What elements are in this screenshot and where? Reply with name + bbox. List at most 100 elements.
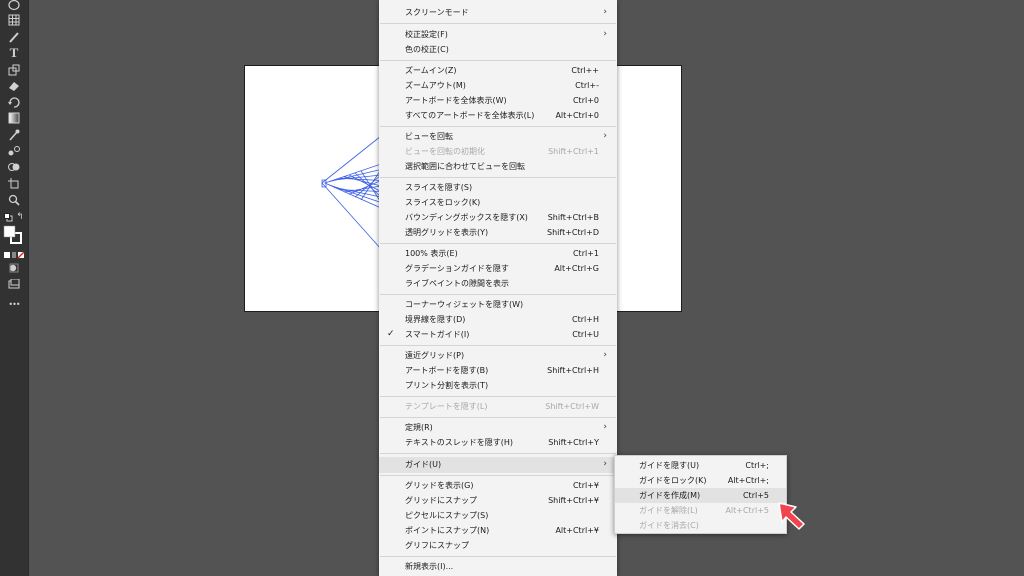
menu-item-shortcut: Ctrl+0 (572, 96, 599, 105)
menu-separator (380, 60, 616, 61)
menu-item-shortcut: Shift+Ctrl+D (547, 228, 599, 237)
menu-item-label: 色の校正(C) (405, 45, 449, 54)
submenu-arrow-icon: › (603, 459, 607, 469)
menu-item-label: 定規(R) (405, 423, 433, 432)
menu-item-label: ズームアウト(M) (405, 81, 466, 90)
menu-item-fit-artboard[interactable]: アートボードを全体表示(W) Ctrl+0 (379, 93, 617, 108)
swap-colors-icon[interactable]: ↰ (15, 210, 25, 224)
menu-item-rulers[interactable]: 定規(R) › (379, 420, 617, 435)
menu-separator (380, 556, 616, 557)
grid-icon[interactable] (6, 13, 22, 27)
menu-item-shortcut: Ctrl+- (575, 81, 599, 90)
default-colors-icon[interactable] (3, 210, 13, 224)
menu-item-smart-guides[interactable]: ✓ スマートガイド(I) Ctrl+U (379, 327, 617, 342)
submenu-item-make-guides[interactable]: ガイドを作成(M) Ctrl+5 (615, 488, 786, 503)
color-mode-icons[interactable] (3, 248, 25, 262)
menu-separator (380, 453, 616, 454)
type-icon[interactable]: T (6, 46, 22, 60)
menu-item-lock-slices[interactable]: スライスをロック(K) (379, 195, 617, 210)
guides-submenu: ガイドを隠す(U) Ctrl+; ガイドをロック(K) Alt+Ctrl+; ガイド… (614, 455, 787, 534)
menu-item-label: ピクセルにスナップ(S) (405, 511, 489, 520)
menu-item-label: スライスを隠す(S) (405, 183, 473, 192)
draw-mode-icon[interactable] (6, 261, 22, 275)
ellipse-icon[interactable] (6, 0, 22, 12)
menu-item-label: ポイントにスナップ(N) (405, 526, 490, 535)
menu-item-rotate-to-selection[interactable]: 選択範囲に合わせてビューを回転 (379, 159, 617, 174)
menu-item-label: 校正設定(F) (405, 30, 448, 39)
menu-item-shortcut: Ctrl+1 (572, 249, 599, 258)
eraser-icon[interactable] (6, 79, 22, 93)
menu-item-show-grid[interactable]: グリッドを表示(G) Ctrl+¥ (379, 478, 617, 493)
menu-item-snap-to-pixel[interactable]: ピクセルにスナップ(S) (379, 508, 617, 523)
submenu-item-lock-guides[interactable]: ガイドをロック(K) Alt+Ctrl+; (615, 473, 786, 488)
menu-item-screen-mode[interactable]: スクリーンモード › (379, 5, 617, 20)
menu-item-snap-to-point[interactable]: ポイントにスナップ(N) Alt+Ctrl+¥ (379, 523, 617, 538)
menu-separator (380, 417, 616, 418)
menu-item-label: すべてのアートボードを全体表示(L) (405, 111, 535, 120)
menu-item-proof-colors[interactable]: 色の校正(C) (379, 42, 617, 57)
menu-item-hide-corner-widget[interactable]: コーナーウィジェットを隠す(W) (379, 297, 617, 312)
menu-separator (380, 475, 616, 476)
menu-item-guides[interactable]: ガイド(U) › (379, 457, 617, 473)
blend-icon[interactable] (6, 144, 22, 158)
submenu-item-clear-guides: ガイドを消去(C) (615, 518, 786, 533)
menu-item-show-transparency-grid[interactable]: 透明グリッドを表示(Y) Shift+Ctrl+D (379, 225, 617, 240)
menu-item-hide-slices[interactable]: スライスを隠す(S) (379, 180, 617, 195)
more-tools-icon[interactable]: ••• (6, 298, 22, 312)
paintbrush-icon[interactable] (6, 30, 22, 44)
menu-item-shortcut: Ctrl+5 (742, 491, 769, 500)
artboard-icon[interactable] (6, 177, 22, 191)
menu-item-label: スライスをロック(K) (405, 198, 481, 207)
menu-item-show-live-paint-gaps[interactable]: ライブペイントの隙間を表示 (379, 276, 617, 291)
menu-item-snap-to-grid[interactable]: グリッドにスナップ Shift+Ctrl+¥ (379, 493, 617, 508)
menu-item-label: 100% 表示(E) (405, 249, 458, 258)
menu-item-hide-artboards[interactable]: アートボードを隠す(B) Shift+Ctrl+H (379, 363, 617, 378)
view-menu: スクリーンモード › 校正設定(F) › 色の校正(C) ズームイン(Z) Ctrl+… (379, 0, 617, 576)
menu-item-rotate-view[interactable]: ビューを回転 › (379, 129, 617, 144)
menu-item-shortcut: Shift+Ctrl+1 (548, 147, 599, 156)
menu-item-fit-all[interactable]: すべてのアートボードを全体表示(L) Alt+Ctrl+0 (379, 108, 617, 123)
gradient-icon[interactable] (6, 111, 22, 125)
menu-item-shortcut: Alt+Ctrl+0 (555, 111, 599, 120)
menu-item-proof-setup[interactable]: 校正設定(F) › (379, 27, 617, 42)
menu-separator (380, 345, 616, 346)
menu-item-label: ガイドを隠す(U) (639, 461, 700, 470)
menu-item-shortcut: Ctrl+¥ (572, 481, 599, 490)
zoom-icon[interactable] (6, 193, 22, 207)
menu-item-shortcut: Shift+Ctrl+Y (548, 438, 599, 447)
menu-item-label: バウンディングボックスを隠す(X) (405, 213, 528, 222)
menu-item-shortcut: Alt+Ctrl+; (727, 476, 769, 485)
menu-item-actual-size[interactable]: 100% 表示(E) Ctrl+1 (379, 246, 617, 261)
menu-item-shortcut: Alt+Ctrl+5 (725, 506, 769, 515)
menu-item-label: 選択範囲に合わせてビューを回転 (405, 162, 525, 171)
menu-item-label: アートボードを全体表示(W) (405, 96, 507, 105)
menu-item-reset-rotate-view: ビューを回転の初期化 Shift+Ctrl+1 (379, 144, 617, 159)
menu-item-snap-to-glyph[interactable]: グリフにスナップ (379, 538, 617, 553)
menu-item-hide-bounding-box[interactable]: バウンディングボックスを隠す(X) Shift+Ctrl+B (379, 210, 617, 225)
screen-mode-icon[interactable] (6, 277, 22, 291)
menu-separator (380, 23, 616, 24)
menu-item-new-view[interactable]: 新規表示(I)... (379, 559, 617, 574)
eyedropper-icon[interactable] (6, 128, 22, 142)
menu-item-label: ガイドを消去(C) (639, 521, 699, 530)
menu-item-hide-text-threads[interactable]: テキストのスレッドを隠す(H) Shift+Ctrl+Y (379, 435, 617, 450)
submenu-item-hide-guides[interactable]: ガイドを隠す(U) Ctrl+; (615, 458, 786, 473)
submenu-arrow-icon: › (603, 422, 607, 432)
pointer-arrow-icon (774, 498, 810, 536)
menu-separator (380, 126, 616, 127)
menu-item-zoom-out[interactable]: ズームアウト(M) Ctrl+- (379, 78, 617, 93)
menu-item-label: 境界線を隠す(D) (405, 315, 466, 324)
menu-item-label: ビューを回転 (405, 132, 453, 141)
menu-item-shortcut: Shift+Ctrl+H (547, 366, 599, 375)
transform-icon[interactable] (6, 63, 22, 77)
menu-item-hide-edges[interactable]: 境界線を隠す(D) Ctrl+H (379, 312, 617, 327)
menu-item-show-print-tiling[interactable]: プリント分割を表示(T) (379, 378, 617, 393)
rotate-icon[interactable] (6, 95, 22, 109)
menu-item-label: ガイドを作成(M) (639, 491, 701, 500)
fill-stroke-swatch[interactable] (3, 225, 23, 245)
menu-item-label: ライブペイントの隙間を表示 (405, 279, 509, 288)
menu-item-zoom-in[interactable]: ズームイン(Z) Ctrl++ (379, 63, 617, 78)
shape-builder-icon[interactable] (6, 160, 22, 174)
menu-item-perspective-grid[interactable]: 遠近グリッド(P) › (379, 348, 617, 363)
menu-item-hide-gradient-annotator[interactable]: グラデーションガイドを隠す Alt+Ctrl+G (379, 261, 617, 276)
